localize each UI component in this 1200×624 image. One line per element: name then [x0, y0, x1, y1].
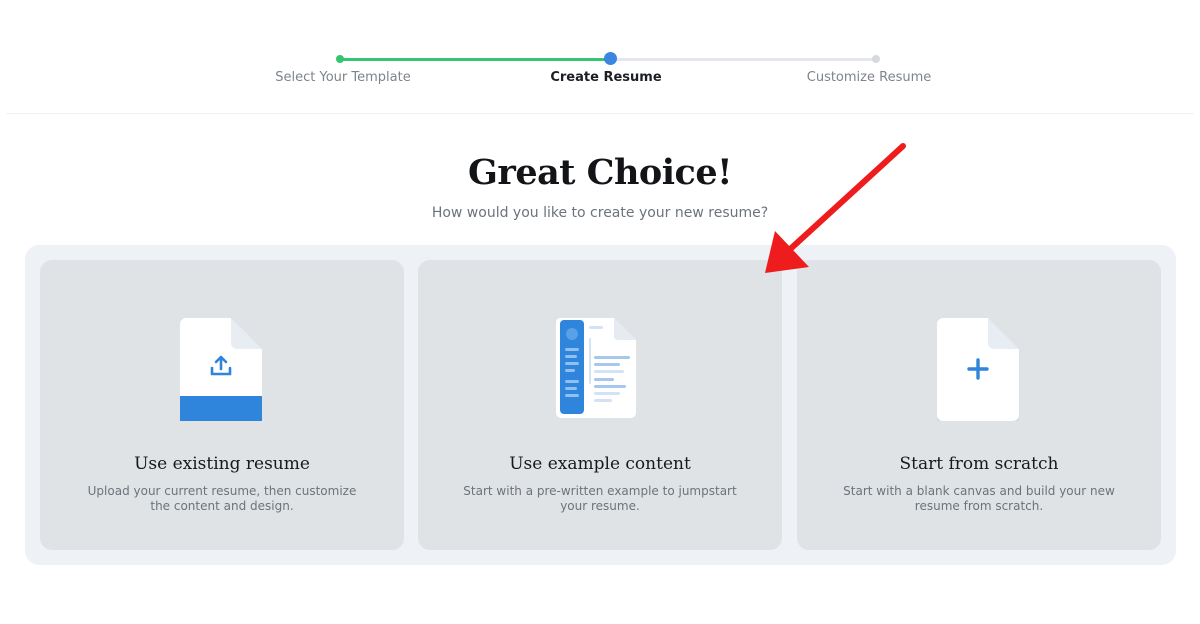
creation-options-panel: Use existing resume Upload your current … — [25, 245, 1176, 565]
step-label-customize-resume: Customize Resume — [806, 70, 932, 85]
upload-arrow-icon — [210, 355, 232, 376]
page-title: Great Choice! — [467, 152, 733, 193]
progress-stepper: Select Your Template Create Resume Custo… — [6, 0, 1194, 114]
example-resume-icon — [556, 318, 636, 418]
option-use-example-content[interactable]: Use example content Start with a pre-wri… — [418, 260, 782, 550]
page-fold-corner — [231, 318, 262, 349]
option-title: Use existing resume — [134, 454, 310, 474]
page-fold-corner — [988, 318, 1019, 349]
option-description: Upload your current resume, then customi… — [87, 484, 357, 513]
step-label-select-template[interactable]: Select Your Template — [223, 70, 463, 86]
option-description: Start with a blank canvas and build your… — [843, 484, 1115, 513]
option-use-existing-resume[interactable]: Use existing resume Upload your current … — [40, 260, 404, 550]
step-dot-create-resume — [604, 52, 617, 65]
progress-track-completed — [339, 58, 610, 61]
page-subtitle: How would you like to create your new re… — [431, 205, 769, 221]
step-label-create-resume: Create Resume — [550, 70, 662, 85]
step-dot-customize-resume — [872, 55, 880, 63]
document-band — [180, 396, 262, 421]
plus-icon — [967, 358, 989, 380]
step-dot-select-template — [336, 55, 344, 63]
progress-track-remaining — [610, 58, 876, 61]
option-description: Start with a pre-written example to jump… — [463, 484, 737, 513]
option-start-from-scratch[interactable]: Start from scratch Start with a blank ca… — [797, 260, 1161, 550]
option-title: Use example content — [509, 454, 691, 474]
option-title: Start from scratch — [899, 454, 1059, 474]
